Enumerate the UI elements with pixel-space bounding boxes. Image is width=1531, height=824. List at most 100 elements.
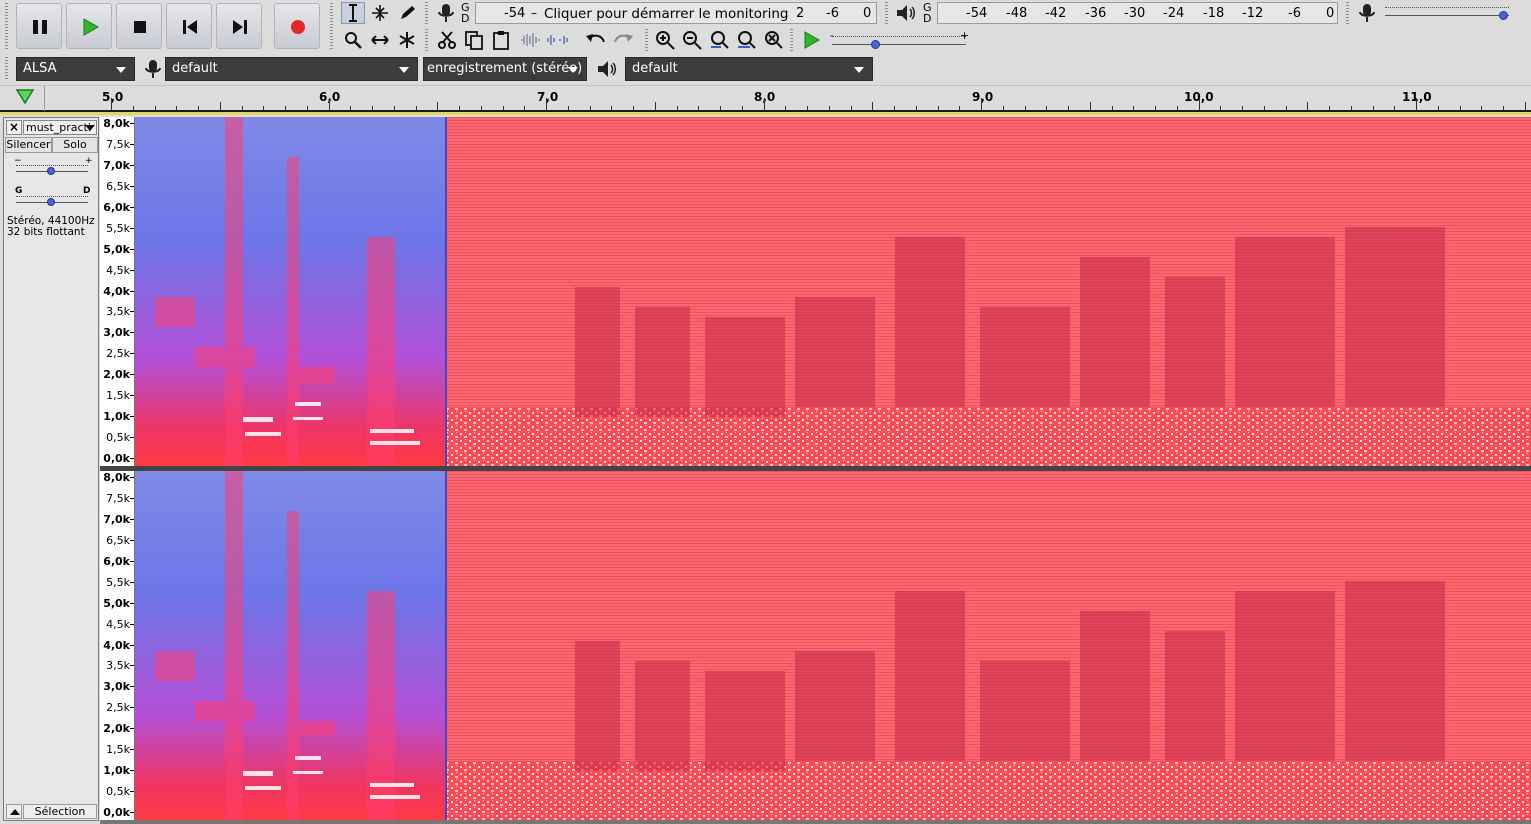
ruler-tick [111,98,112,110]
spectrogram-left-channel[interactable] [135,117,1531,466]
ruler-tick [981,98,982,110]
ruler-tick [502,106,504,110]
ruler-tick [1263,106,1265,110]
selection-tool[interactable] [341,2,365,24]
solo-button[interactable]: Solo [52,137,98,153]
copy-icon [465,31,483,50]
mixer-grip[interactable] [1346,2,1349,24]
input-device-select[interactable]: default [165,57,418,81]
frequency-label: 4,5k [106,263,130,277]
zoom-tool[interactable] [341,29,365,51]
frequency-label: 0,0k [103,452,130,465]
zoom-toggle-icon [765,31,783,49]
zoom-out-button[interactable] [680,29,704,51]
frequency-scale-right[interactable]: 8,0k 7,5k 7,0k 6,5k 6,0k 5,5k 5,0k 4,5k 4,0k 3,5k… [100,471,135,821]
draw-tool[interactable] [395,2,419,24]
collapse-track-button[interactable] [6,804,22,819]
silence-audio-button[interactable] [545,29,569,51]
toolbar-grip[interactable] [5,3,8,49]
tools-grip[interactable] [330,3,333,51]
undo-button[interactable] [584,29,608,51]
record-meter[interactable]: -54 Cliquer pour démarrer le monitoring … [475,2,877,24]
zoom-in-button[interactable] [653,29,677,51]
frequency-scale-left[interactable]: 8,0k 7,5k 7,0k 6,5k 6,0k 5,5k 5,0k 4,5k 4,0k 3,5k… [100,117,135,467]
mic-icon[interactable] [436,2,456,27]
device-grip[interactable] [5,57,8,81]
pan-slider[interactable]: G D [14,186,92,206]
ruler-tick [241,106,243,110]
ruler-tick [1155,106,1156,110]
track-name-menu[interactable]: must_practi [23,120,97,135]
scissors-icon [438,31,456,49]
frequency-tick [130,518,134,520]
frequency-tick [130,665,134,667]
stop-icon [134,21,146,33]
paste-button[interactable] [489,29,513,51]
ruler-tick [1242,106,1243,110]
speaker-icon[interactable] [895,2,917,27]
input-volume-slider[interactable] [1385,5,1510,21]
play-meter[interactable]: -54 -48 -42 -36 -30 -24 -18 -12 -6 0 [937,2,1338,24]
ruler-tick [524,106,526,110]
fit-project-button[interactable] [734,29,758,51]
timeline-ruler[interactable]: 5,0 6,0 7,0 8,0 9,0 10,0 11,0 [0,85,1531,112]
cut-button[interactable] [435,29,459,51]
frequency-tick [130,770,134,772]
track-menu-arrow-icon [85,125,95,131]
multi-tool[interactable] [395,29,419,51]
redo-button[interactable] [611,29,635,51]
play-head-icon[interactable] [15,88,35,109]
ibeam-icon [349,4,357,22]
ruler-tick [176,106,178,110]
ruler-tick [1307,102,1309,110]
ruler-tick [154,106,156,110]
zoom-toggle-button[interactable] [761,29,785,51]
ruler-tick [219,102,221,110]
frequency-tick [130,290,134,292]
frequency-label: 3,0k [103,326,130,340]
play-speed-slider[interactable]: - + [828,29,970,50]
skip-to-start-button[interactable] [166,3,212,49]
frequency-label: 6,0k [103,200,130,214]
frequency-tick [130,707,134,709]
ruler-tick [459,106,460,110]
track-control-panel[interactable]: × must_practi Silencer Solo − + G D Stér… [3,117,99,821]
frequency-tick [130,581,134,583]
trim-audio-button[interactable] [518,29,542,51]
frequency-label: 4,0k [103,284,130,298]
timeshift-tool[interactable] [368,29,392,51]
track-sample-format: 32 bits flottant [7,226,85,238]
skip-to-end-button[interactable] [216,3,262,49]
frequency-label: 3,5k [106,305,130,319]
track-select-button[interactable]: Sélection [23,804,97,819]
pause-button[interactable] [16,3,62,49]
copy-button[interactable] [462,29,486,51]
pan-left-label: G [15,186,23,196]
play-button[interactable] [66,3,112,49]
input-channels-select[interactable]: enregistrement (stéréo) [423,57,587,81]
record-meter-grip[interactable] [425,2,428,24]
record-button[interactable] [274,3,320,49]
ruler-tick [415,106,417,110]
envelope-tool[interactable] [368,2,392,24]
fit-selection-button[interactable] [707,29,731,51]
spectrogram-right-channel[interactable] [135,471,1531,820]
record-meter-channels: GD [461,1,470,25]
stop-button[interactable] [116,3,162,49]
track-close-button[interactable]: × [6,120,22,135]
ruler-tick [1459,106,1461,110]
play-speed-grip[interactable] [790,29,793,53]
play-at-speed-button[interactable] [799,29,823,51]
output-device-select[interactable]: default [625,57,873,81]
zoom-grip[interactable] [645,29,648,53]
edit-grip[interactable] [425,29,428,53]
frequency-label: 1,5k [106,743,130,757]
mute-button[interactable]: Silencer [5,137,52,153]
play-meter-grip[interactable] [885,2,888,24]
audio-host-select[interactable]: ALSA [16,57,135,81]
frequency-tick [130,395,134,397]
gain-slider[interactable]: − + [14,156,93,176]
ruler-tick [763,98,765,110]
ruler-tick [1503,106,1504,110]
frequency-label: 1,5k [106,389,130,403]
